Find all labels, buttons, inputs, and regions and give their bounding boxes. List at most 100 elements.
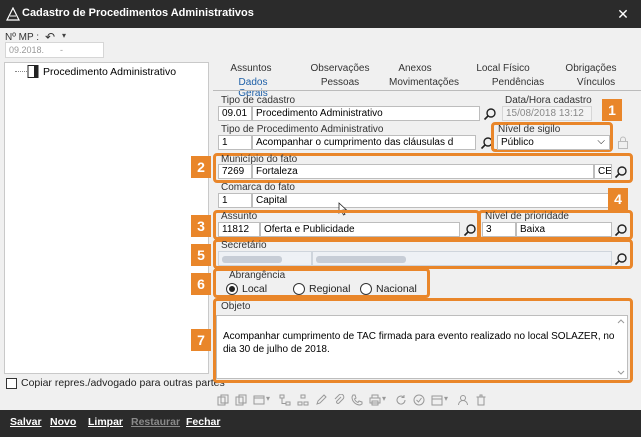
tab-local-fisico[interactable]: Local Físico <box>468 63 538 76</box>
check-circle-icon[interactable] <box>413 394 425 406</box>
mp-number-part-a: 09.2018. <box>9 45 45 55</box>
prioridade-label: Nível de prioridade <box>485 211 569 222</box>
redacted-text <box>222 256 282 263</box>
calendar-icon[interactable] <box>431 394 443 406</box>
radio-local[interactable] <box>226 283 238 295</box>
secretario-label: Secretário <box>221 240 267 251</box>
mp-number-part-b: - <box>60 45 64 55</box>
tab-divider <box>213 90 641 91</box>
hierarchy-icon[interactable] <box>297 394 309 406</box>
edit-icon[interactable] <box>315 394 327 406</box>
radio-nacional[interactable] <box>360 283 372 295</box>
radio-regional[interactable] <box>293 283 305 295</box>
data-hora-label: Data/Hora cadastro <box>505 95 592 106</box>
assunto-label: Assunto <box>221 211 258 222</box>
user-icon[interactable] <box>457 394 469 406</box>
comarca-label: Comarca do fato <box>221 182 295 193</box>
close-form-button[interactable]: Fechar <box>186 416 220 428</box>
tipo-cadastro-search-icon[interactable] <box>483 107 497 121</box>
municipio-uf-field: CE <box>594 164 612 179</box>
tipo-procedimento-label: Tipo de Procedimento Administrativo <box>221 124 384 135</box>
phone-icon[interactable] <box>351 394 363 406</box>
trash-icon[interactable] <box>475 394 487 406</box>
nivel-sigilo-label: Nível de sigilo <box>498 124 561 135</box>
comarca-field[interactable]: Capital <box>252 193 612 208</box>
printer-icon[interactable] <box>369 394 381 406</box>
redacted-text <box>316 256 406 263</box>
badge-4: 4 <box>608 188 628 210</box>
municipio-field[interactable]: Fortaleza <box>252 164 594 179</box>
new-button[interactable]: Novo <box>50 416 76 428</box>
secretario-search-icon[interactable] <box>614 252 628 266</box>
badge-1: 1 <box>602 99 622 121</box>
copy-representative-label: Copiar repres./advogado para outras part… <box>21 377 225 389</box>
tab-anexos[interactable]: Anexos <box>388 63 442 76</box>
tipo-procedimento-code-field[interactable]: 1 <box>218 135 252 150</box>
prioridade-field[interactable]: Baixa <box>516 222 612 237</box>
tree-icon[interactable] <box>279 394 291 406</box>
save-button[interactable]: Salvar <box>10 416 42 428</box>
copy-icon[interactable] <box>217 394 229 406</box>
municipio-search-icon[interactable] <box>614 165 628 179</box>
window-title: Cadastro de Procedimentos Administrativo… <box>22 7 254 19</box>
objeto-scrollbar[interactable] <box>616 318 626 376</box>
badge-3: 3 <box>191 215 211 237</box>
tab-movimentacoes[interactable]: Movimentações <box>384 77 464 90</box>
document-icon <box>27 65 39 78</box>
copy-alt-icon[interactable] <box>235 394 247 406</box>
tab-pendencias[interactable]: Pendências <box>483 77 553 90</box>
objeto-label: Objeto <box>221 301 251 312</box>
tab-dados-gerais[interactable]: Dados Gerais <box>224 77 282 99</box>
radio-local-label: Local <box>242 283 268 295</box>
badge-2: 2 <box>191 156 211 178</box>
window-icon[interactable] <box>253 394 265 406</box>
tab-obrigacoes[interactable]: Obrigações <box>560 63 622 76</box>
comarca-code-field[interactable]: 1 <box>218 193 252 208</box>
tipo-cadastro-field[interactable]: Procedimento Administrativo <box>252 106 480 121</box>
objeto-text: Acompanhar cumprimento de TAC firmada pa… <box>223 331 615 355</box>
tipo-cadastro-label: Tipo de cadastro <box>221 95 296 106</box>
chevron-down-icon[interactable]: ▾ <box>266 394 278 406</box>
tipo-cadastro-code-field[interactable]: 09.01 <box>218 106 252 121</box>
tree-node-procedimento[interactable]: Procedimento Administrativo <box>43 66 176 78</box>
tab-pessoas[interactable]: Pessoas <box>312 77 368 90</box>
data-hora-field: 15/08/2018 13:12 <box>502 106 592 121</box>
lock-icon <box>618 136 628 149</box>
assunto-search-icon[interactable] <box>463 223 477 237</box>
refresh-icon[interactable] <box>395 394 407 406</box>
prioridade-code-field[interactable]: 3 <box>482 222 516 237</box>
abrangencia-label: Abrangência <box>229 270 286 281</box>
badge-7: 7 <box>191 329 211 351</box>
procedure-tree[interactable]: Procedimento Administrativo <box>4 62 209 374</box>
badge-6: 6 <box>191 273 211 295</box>
tab-vinculos[interactable]: Vínculos <box>570 77 622 90</box>
radio-regional-label: Regional <box>309 283 351 295</box>
badge-5: 5 <box>191 244 211 266</box>
clear-button[interactable]: Limpar <box>88 416 123 428</box>
nivel-sigilo-value: Público <box>501 137 534 148</box>
assunto-field[interactable]: Oferta e Publicidade <box>260 222 460 237</box>
title-bar: Cadastro de Procedimentos Administrativo… <box>0 0 641 28</box>
radio-nacional-label: Nacional <box>376 283 417 295</box>
paperclip-icon[interactable] <box>333 394 345 406</box>
copy-representative-checkbox[interactable] <box>6 378 17 389</box>
nivel-sigilo-select[interactable]: Público ⌵ <box>497 135 610 150</box>
undo-dropdown-icon[interactable]: ▾ <box>62 31 66 40</box>
tab-observacoes[interactable]: Observações <box>305 63 375 76</box>
municipio-code-field[interactable]: 7269 <box>218 164 252 179</box>
app-logo-icon <box>6 7 20 21</box>
assunto-code-field[interactable]: 11812 <box>218 222 260 237</box>
chevron-down-icon[interactable]: ▾ <box>444 394 456 406</box>
mp-number-field[interactable]: 09.2018. - <box>5 42 104 58</box>
prioridade-search-icon[interactable] <box>614 223 628 237</box>
secretario-field[interactable] <box>312 251 612 266</box>
bottom-action-bar: Salvar Novo Limpar Restaurar Fechar <box>0 410 641 437</box>
tipo-procedimento-field[interactable]: Acompanhar o cumprimento das cláusulas d <box>252 135 476 150</box>
chevron-down-icon[interactable]: ▾ <box>382 394 394 406</box>
restore-button[interactable]: Restaurar <box>131 416 180 428</box>
chevron-down-icon: ⌵ <box>597 136 605 147</box>
close-button[interactable]: ✕ <box>612 4 634 24</box>
objeto-textarea[interactable]: Acompanhar cumprimento de TAC firmada pa… <box>216 315 628 379</box>
secretario-code-field[interactable] <box>218 251 312 266</box>
tab-assuntos[interactable]: Assuntos <box>222 63 280 76</box>
